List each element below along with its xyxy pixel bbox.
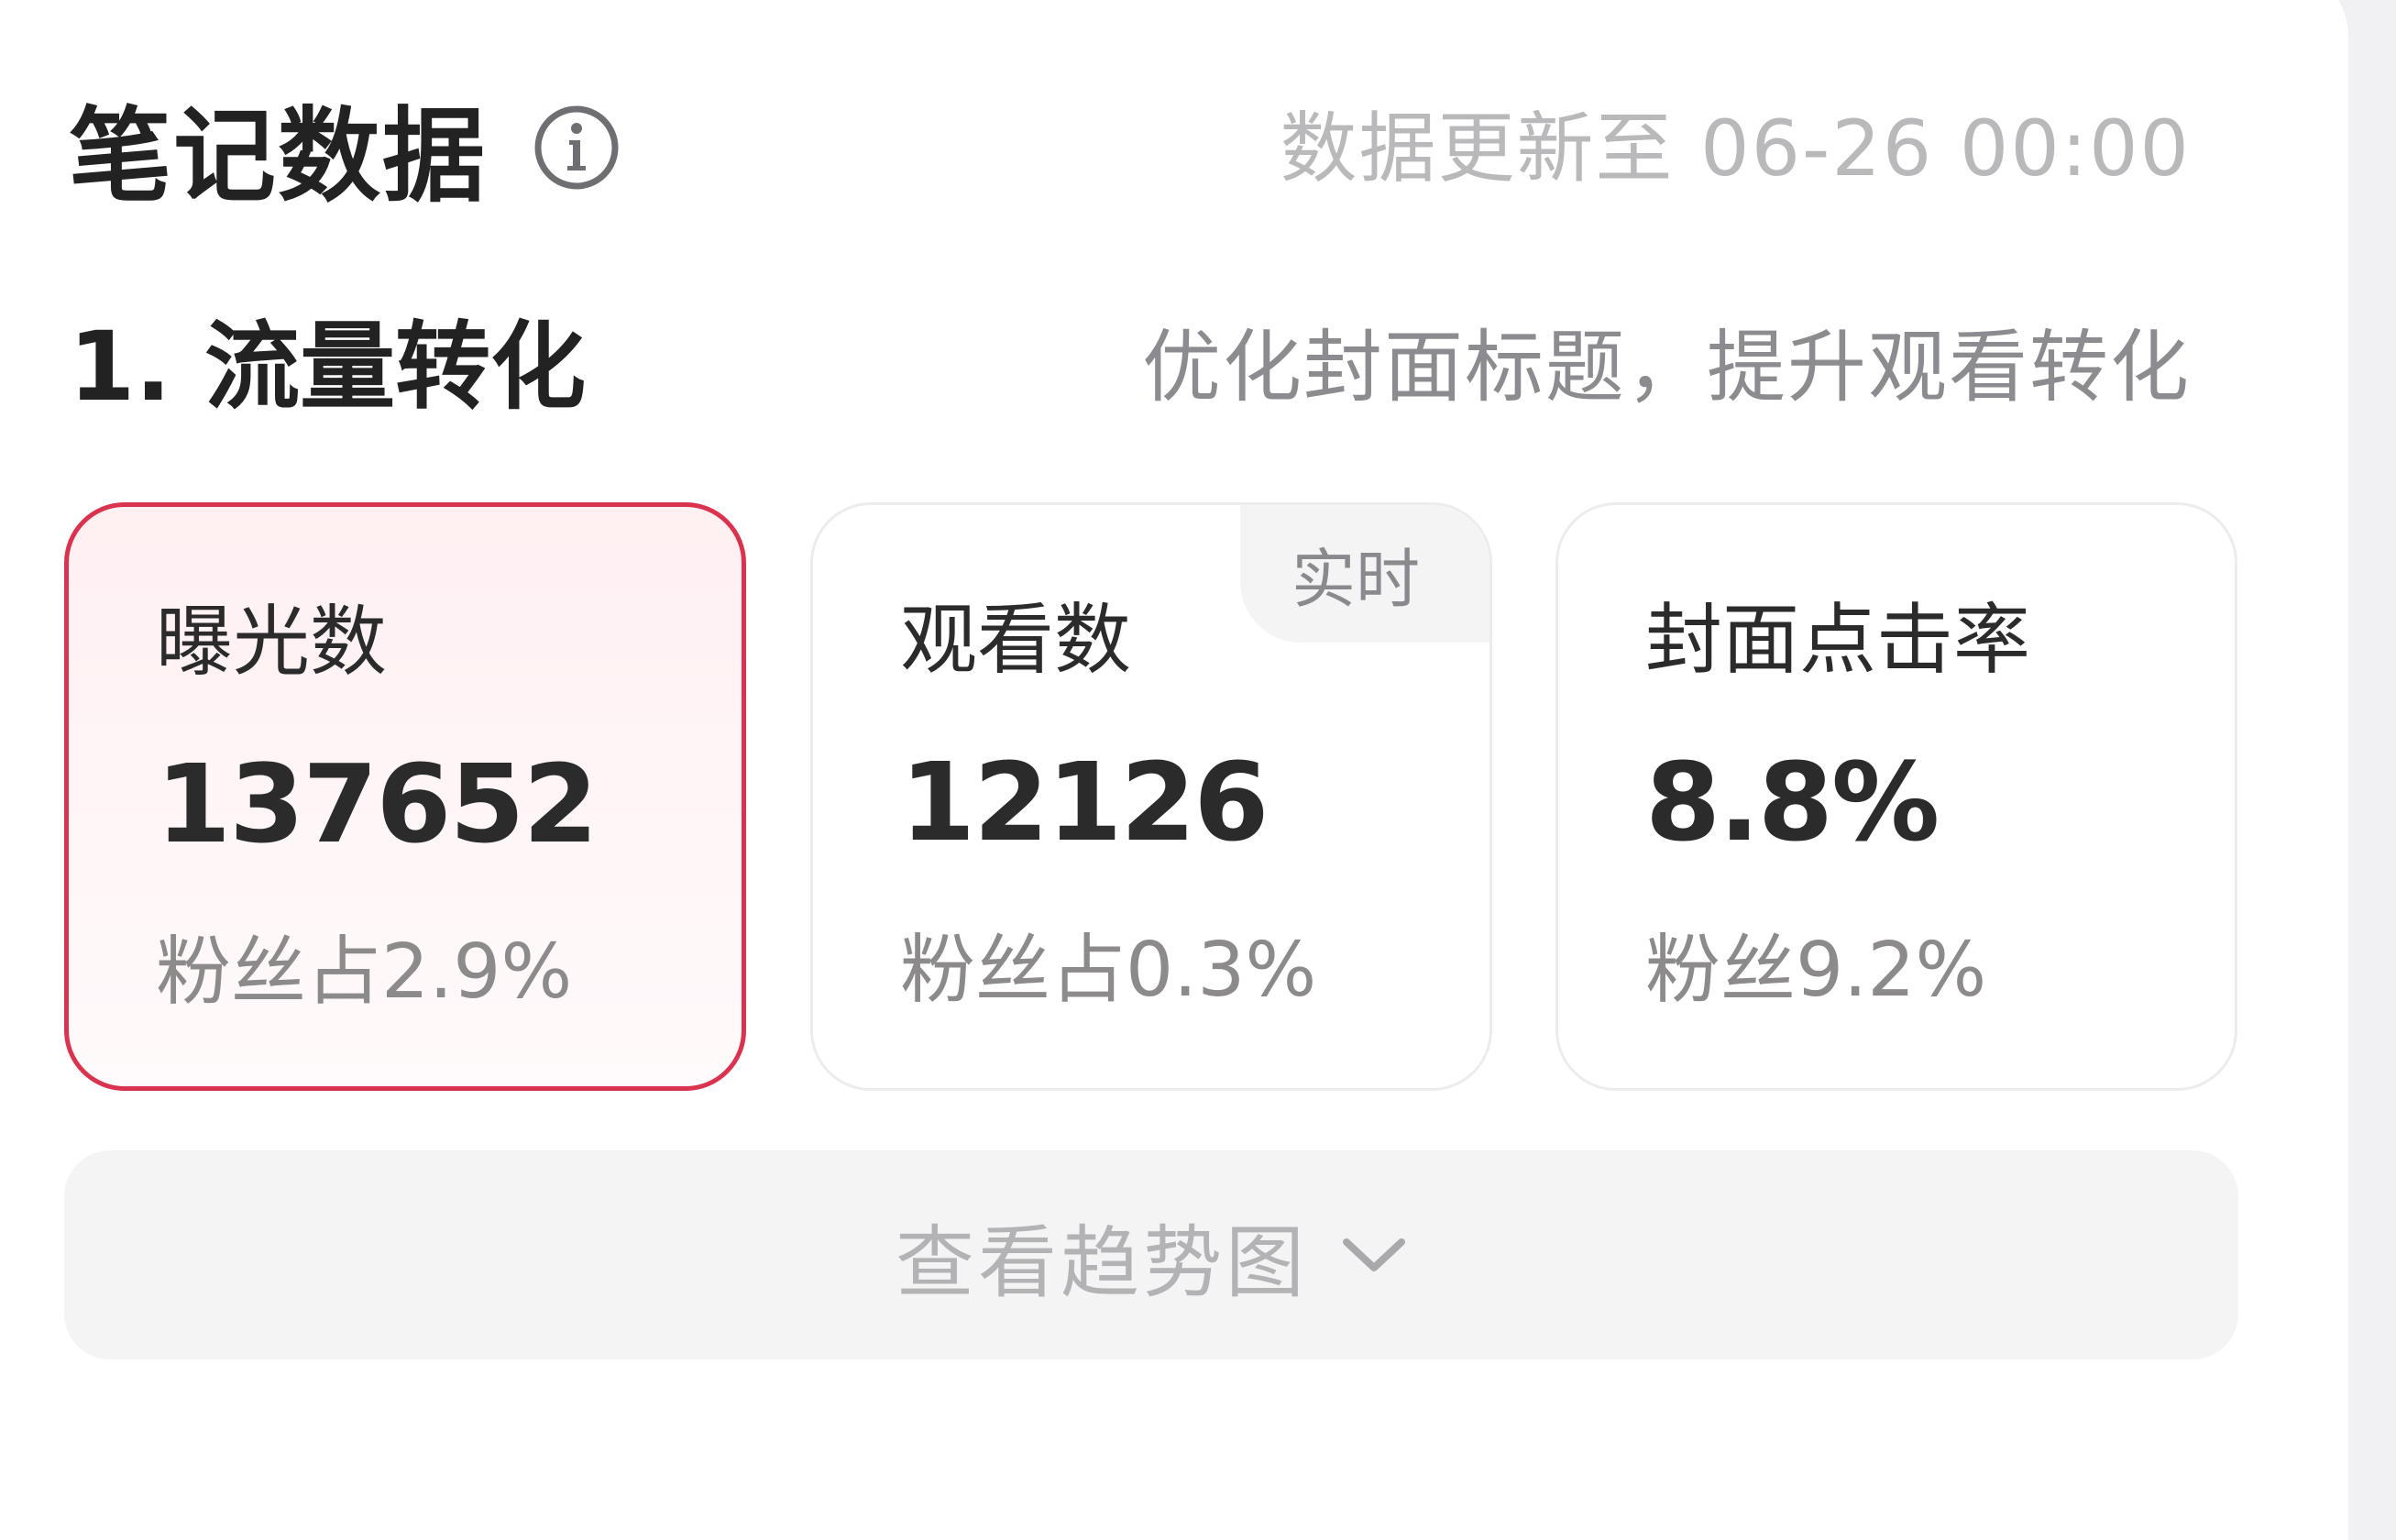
card-header: 笔记数据 [69,73,621,222]
section-title: 1. 流量转化 [69,311,587,423]
info-icon[interactable] [533,104,621,192]
metric-card-views[interactable]: 实时 观看数 12126 粉丝占0.3% [810,502,1492,1091]
metric-card-cover-ctr[interactable]: 封面点击率 8.8% 粉丝9.2% [1555,502,2237,1091]
chevron-down-icon [1341,1235,1407,1275]
section-hint: 优化封面标题，提升观看转化 [1142,322,2191,413]
update-time: 数据更新至 06-26 00:00 [1280,104,2191,193]
page-title: 笔记数据 [69,97,487,216]
view-trend-button[interactable]: 查看趋势图 [64,1150,2238,1359]
metric-value: 137652 [156,741,599,867]
note-data-card: 笔记数据 数据更新至 06-26 00:00 1. 流量转化 优化封面标题，提升… [0,0,2348,1540]
metric-value: 12126 [900,739,1269,865]
realtime-badge: 实时 [1240,505,1489,643]
metric-fan-ratio: 粉丝9.2% [1645,927,1987,1014]
metric-label: 封面点击率 [1645,595,2031,685]
metric-fan-ratio: 粉丝占0.3% [900,927,1317,1014]
metric-card-impressions[interactable]: 曝光数 137652 粉丝占2.9% [64,502,746,1091]
metric-label: 观看数 [900,595,1132,685]
metric-value: 8.8% [1645,739,1940,865]
metric-label: 曝光数 [156,597,388,687]
trend-button-label: 查看趋势图 [896,1216,1308,1309]
metric-fan-ratio: 粉丝占2.9% [156,929,573,1016]
